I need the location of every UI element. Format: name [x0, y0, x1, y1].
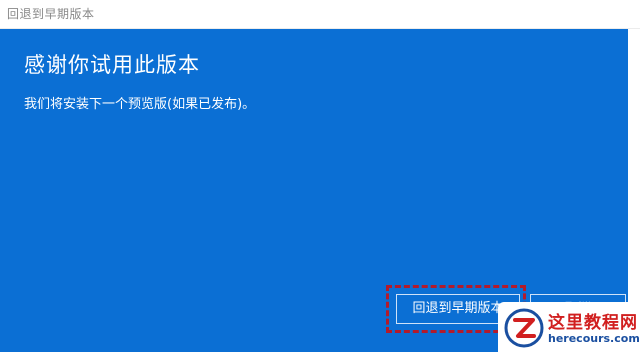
- window-title: 回退到早期版本: [7, 7, 95, 21]
- site-logo-icon: [504, 308, 544, 348]
- dialog-window: 回退到早期版本 感谢你试用此版本 我们将安装下一个预览版(如果已发布)。 回退到…: [0, 0, 640, 352]
- page-title: 感谢你试用此版本: [24, 53, 200, 77]
- title-bar: 回退到早期版本: [0, 0, 640, 29]
- watermark-url: herecours.com: [548, 332, 640, 345]
- site-watermark: 这里教程网 herecours.com: [498, 302, 640, 352]
- watermark-title: 这里教程网: [548, 313, 638, 333]
- info-message: 我们将安装下一个预览版(如果已发布)。: [24, 97, 256, 112]
